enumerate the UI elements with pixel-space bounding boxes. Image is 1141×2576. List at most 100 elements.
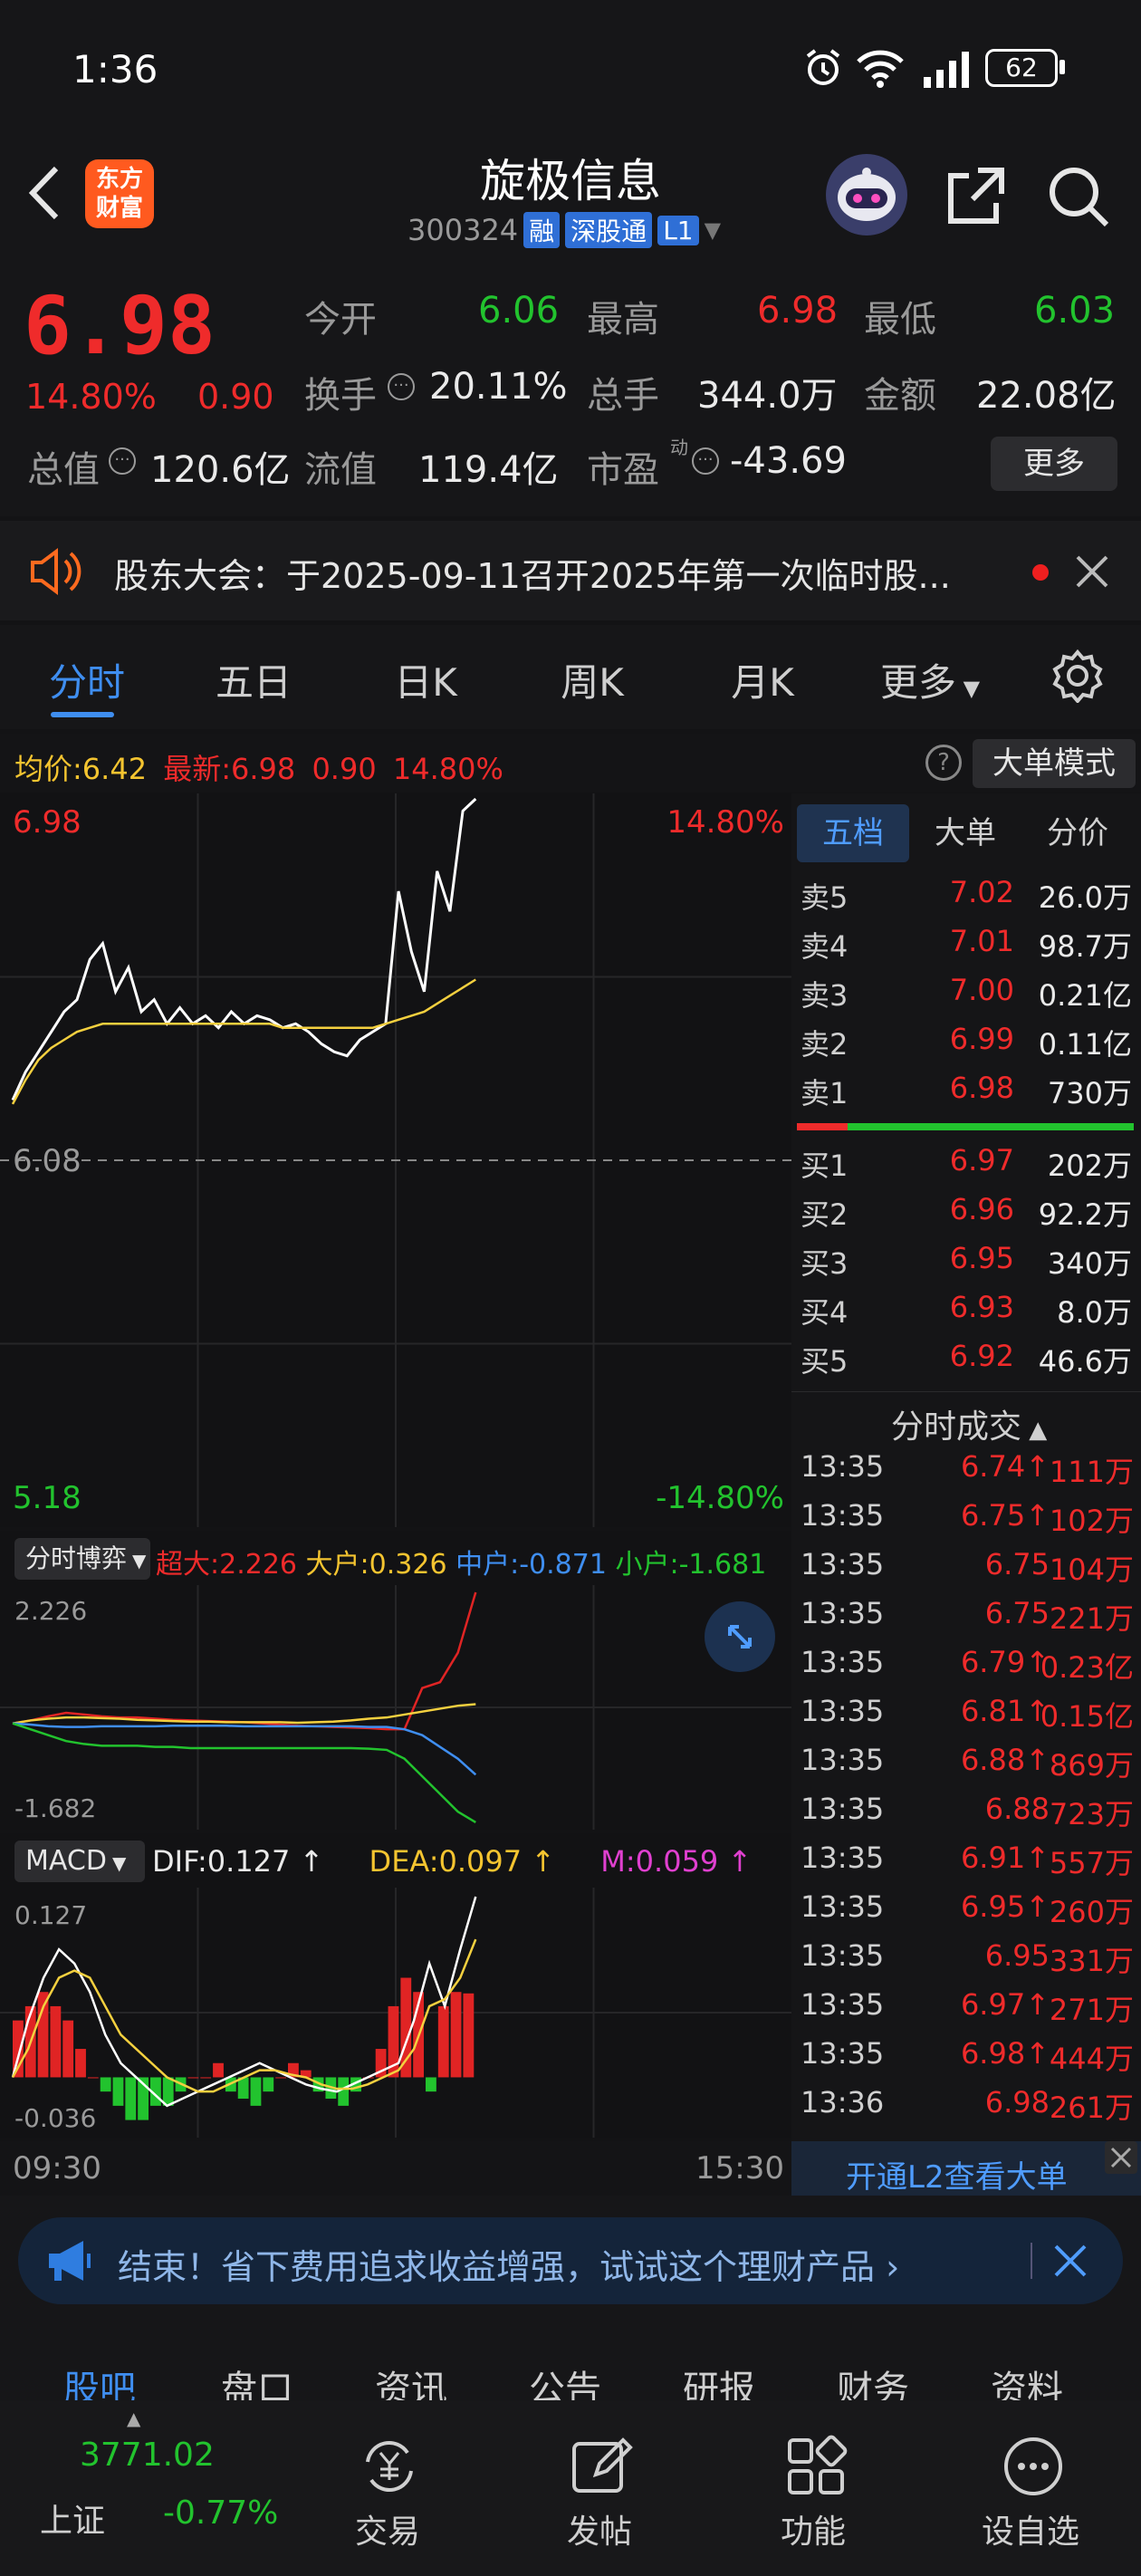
l2-bar[interactable]: 开通L2查看大单 [791, 2141, 1141, 2196]
index-value[interactable]: 3771.02 [80, 2437, 215, 2474]
ask-row[interactable]: 卖1 6.98 730万 [791, 1071, 1141, 1120]
tab-five-levels[interactable]: 五档 [797, 804, 909, 862]
macd-bar [87, 2077, 99, 2079]
share-icon[interactable] [942, 161, 1011, 230]
caret-down-icon: ▼ [955, 676, 981, 701]
more-dots-icon[interactable]: ··· [388, 373, 415, 400]
tick-time: 13:35 [801, 1792, 885, 1826]
bid-row[interactable]: 买3 6.95 340万 [791, 1241, 1141, 1290]
level-price: 6.98 [949, 1071, 1014, 1105]
grid-icon[interactable] [784, 2435, 848, 2498]
intraday-chart-panel: 6.98 14.80% 6.08 5.18 -14.80% [0, 793, 791, 1527]
level-volume: 340万 [1047, 1246, 1132, 1281]
chart-info-bar: 均价:6.42 最新:6.98 0.90 14.80% ? 大单模式 [0, 734, 1141, 792]
caret-down-icon[interactable]: ▼ [705, 217, 721, 243]
index-name[interactable]: 上证 [40, 2494, 105, 2542]
change-pct: 14.80% [25, 377, 157, 417]
help-icon[interactable]: ? [925, 745, 962, 781]
fund-flow-chart[interactable] [0, 1585, 791, 1830]
ask-row[interactable]: 卖3 7.00 0.21亿 [791, 973, 1141, 1022]
level-label: 买4 [801, 1295, 849, 1330]
tab-intraday[interactable]: 分时 [14, 652, 159, 707]
quote-panel: 6.98 14.80% 0.90 今开 6.06 最高 6.98 最低 6.03… [0, 263, 1141, 516]
l2-link[interactable]: 开通L2查看大单 [846, 2152, 1068, 2196]
tick-volume: 557万 [1049, 1846, 1134, 1880]
notice-bar[interactable]: 股东大会：于2025-09-11召开2025年第一次临时股... [0, 521, 1141, 620]
bid-row[interactable]: 买2 6.96 92.2万 [791, 1192, 1141, 1241]
stock-meta: 300324 融 深股通 L1 ▼ [408, 210, 721, 250]
close-icon[interactable] [1052, 2243, 1088, 2279]
more-dots-icon[interactable]: ··· [109, 447, 136, 475]
level-price: 6.93 [949, 1290, 1014, 1324]
ticks-title[interactable]: 分时成交 ▲ [891, 1400, 1047, 1447]
tick-price: 6.91↑ [960, 1841, 1050, 1875]
bid-row[interactable]: 买5 6.92 46.6万 [791, 1339, 1141, 1388]
macd-bar [187, 2077, 199, 2079]
notice-text: 股东大会：于2025-09-11召开2025年第一次临时股... [114, 556, 951, 596]
ask-row[interactable]: 卖4 7.01 98.7万 [791, 924, 1141, 973]
index-pct[interactable]: -0.77% [163, 2494, 278, 2532]
time-axis: 09:30 15:30 [0, 2141, 791, 2196]
arrow-up-icon: ↑ [718, 1844, 753, 1879]
bid-row[interactable]: 买1 6.97 202万 [791, 1143, 1141, 1192]
add-watchlist-label[interactable]: 设自选 [982, 2505, 1079, 2552]
time-end: 15:30 [695, 2150, 784, 2187]
function-label[interactable]: 功能 [781, 2505, 846, 2552]
float-cap-value: 119.4亿 [418, 449, 559, 491]
trade-icon[interactable] [353, 2435, 426, 2498]
edit-icon[interactable] [569, 2435, 636, 2498]
macd-bar [213, 2062, 224, 2078]
fund-flow-selector[interactable]: 分时博弈 ▼ [14, 1538, 150, 1580]
tick-price: 6.98↑ [960, 2036, 1050, 2071]
low-label: 最低 [864, 299, 936, 341]
intraday-chart[interactable] [0, 793, 791, 1527]
close-icon[interactable] [1074, 553, 1110, 590]
big-order-mode-button[interactable]: 大单模式 [973, 739, 1136, 788]
macd-chart[interactable] [0, 1888, 791, 2138]
back-button[interactable] [22, 161, 67, 225]
tab-monthly-k[interactable]: 月K [690, 652, 835, 707]
search-icon[interactable] [1043, 161, 1112, 230]
ask-row[interactable]: 卖2 6.99 0.11亿 [791, 1022, 1141, 1071]
ask-bar [797, 1123, 848, 1130]
trade-label[interactable]: 交易 [355, 2505, 420, 2552]
close-icon[interactable] [1105, 2141, 1137, 2174]
tick-volume: 0.15亿 [1040, 1699, 1134, 1734]
caret-down-icon: ▼ [111, 1852, 127, 1874]
app-logo[interactable]: 东方 财富 [85, 159, 154, 228]
gear-icon[interactable] [1050, 649, 1105, 705]
tab-five-day[interactable]: 五日 [181, 652, 326, 707]
megaphone-icon [45, 2237, 96, 2284]
unread-dot [1032, 564, 1049, 581]
tick-time: 13:35 [801, 1449, 885, 1484]
tick-price: 6.97↑ [960, 1987, 1050, 2022]
stock-code: 300324 [408, 213, 519, 247]
y-bottom-label: 5.18 [13, 1480, 82, 1516]
tick-list[interactable]: 13:35 6.74↑ 111万 13:35 6.75↑ 102万 13:35 6.75 104… [791, 1449, 1141, 2138]
more-button[interactable]: 更多 [991, 437, 1117, 491]
level-label: 卖1 [801, 1076, 849, 1110]
macd-selector[interactable]: MACD ▼ [14, 1841, 145, 1882]
tick-row: 13:35 6.98↑ 444万 [791, 2036, 1141, 2085]
tab-daily-k[interactable]: 日K [353, 652, 498, 707]
level-volume: 202万 [1047, 1149, 1132, 1183]
pe-sup: 动 [670, 437, 688, 458]
tab-big-orders[interactable]: 大单 [909, 804, 1021, 862]
bid-row[interactable]: 买4 6.93 8.0万 [791, 1290, 1141, 1339]
more-circle-icon[interactable] [1002, 2435, 1065, 2498]
tick-time: 13:35 [801, 2036, 885, 2071]
expand-icon[interactable] [705, 1601, 775, 1672]
ad-banner[interactable]: 结束！省下费用追求收益增强，试试这个理财产品 › [18, 2217, 1123, 2304]
robot-assistant-icon[interactable] [826, 154, 907, 235]
connect-badge: 深股通 [565, 212, 653, 248]
more-dots-icon[interactable]: ··· [692, 447, 719, 475]
tab-weekly-k[interactable]: 周K [520, 652, 665, 707]
tick-row: 13:35 6.91↑ 557万 [791, 1841, 1141, 1889]
margin-badge: 融 [523, 212, 561, 248]
ask-row[interactable]: 卖5 7.02 26.0万 [791, 875, 1141, 924]
tab-more[interactable]: 更多 ▼ [871, 652, 989, 707]
tab-price-dist[interactable]: 分价 [1021, 804, 1134, 862]
post-label[interactable]: 发帖 [567, 2505, 632, 2552]
tick-time: 13:35 [801, 1743, 885, 1777]
bottom-bar: ▲ 3771.02 上证 -0.77% 交易 发帖 功能 设自选 [0, 2400, 1141, 2576]
